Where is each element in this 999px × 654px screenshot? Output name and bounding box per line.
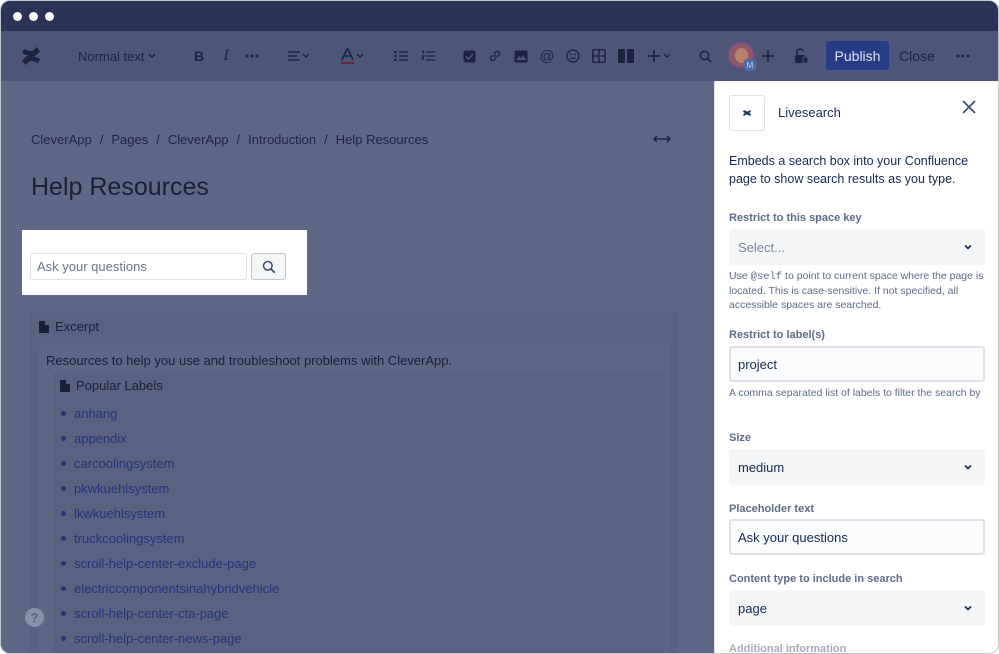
breadcrumb-item[interactable]: Introduction: [248, 132, 316, 147]
window-zoom-dot[interactable]: [45, 12, 54, 21]
find-search-icon[interactable]: [697, 31, 713, 81]
list-item[interactable]: electriccomponentsinahybridvehicle: [61, 576, 279, 601]
close-editor-button[interactable]: Close: [899, 41, 935, 70]
link-icon[interactable]: [487, 31, 503, 81]
full-width-toggle-icon[interactable]: [652, 132, 672, 150]
publish-button[interactable]: Publish: [826, 41, 889, 70]
emoji-icon[interactable]: [565, 31, 581, 81]
list-item[interactable]: pkwkuehlsystem: [61, 476, 279, 501]
labels-help: A comma separated list of labels to filt…: [729, 387, 981, 399]
chevron-down-icon: [964, 605, 972, 611]
list-item[interactable]: anhang: [61, 401, 279, 426]
livesearch-button[interactable]: [251, 253, 286, 280]
list-item[interactable]: appendix: [61, 426, 279, 451]
search-icon: [262, 260, 275, 273]
livesearch-macro-preview[interactable]: Ask your questions: [22, 230, 307, 295]
macro-description: Embeds a search box into your Confluence…: [729, 154, 969, 186]
list-item[interactable]: scroll-help-center-cta-page: [61, 601, 279, 626]
numbered-list-icon[interactable]: [420, 31, 436, 81]
breadcrumb-item[interactable]: Pages: [111, 132, 148, 147]
label-link[interactable]: scroll-help-center-news-page: [74, 631, 242, 646]
chevron-down-icon: [964, 244, 972, 250]
label-link[interactable]: anhang: [74, 406, 117, 421]
insert-more-icon[interactable]: [646, 31, 674, 81]
breadcrumb-item[interactable]: CleverApp: [31, 132, 92, 147]
breadcrumb-item[interactable]: CleverApp: [168, 132, 229, 147]
list-item[interactable]: truckcoolingsystem: [61, 526, 279, 551]
popular-labels-header: Popular Labels: [60, 378, 163, 393]
window-title-bar: [1, 1, 998, 31]
space-key-help: Use @self to point to current space wher…: [729, 270, 984, 311]
content-type-value: page: [738, 600, 767, 616]
breadcrumb: CleverApp / Pages / CleverApp / Introduc…: [31, 132, 429, 147]
layouts-icon[interactable]: [617, 31, 635, 81]
avatar-badge: M: [744, 59, 756, 71]
content-type-label: Content type to include in search: [729, 573, 903, 585]
window-minimize-dot[interactable]: [29, 12, 38, 21]
text-style-dropdown[interactable]: Normal text: [78, 31, 157, 81]
list-item[interactable]: lkwkuehlsystem: [61, 501, 279, 526]
text-style-label: Normal text: [78, 48, 145, 64]
chevron-down-icon: [148, 53, 156, 59]
placeholder-text-input[interactable]: Ask your questions: [729, 519, 985, 555]
popular-labels-title: Popular Labels: [76, 378, 163, 393]
more-formatting-icon[interactable]: [244, 31, 260, 81]
text-color-icon[interactable]: [339, 31, 367, 81]
close-icon[interactable]: [961, 99, 977, 120]
breadcrumb-item[interactable]: Help Resources: [336, 132, 429, 147]
page-title[interactable]: Help Resources: [31, 173, 209, 202]
size-label: Size: [729, 432, 752, 444]
excerpt-text: Resources to help you use and troublesho…: [46, 353, 453, 368]
label-link[interactable]: scroll-help-center-cta-page: [74, 606, 229, 621]
document-icon: [60, 379, 70, 392]
placeholder-text-label: Placeholder text: [729, 503, 814, 515]
label-link[interactable]: electriccomponentsinahybridvehicle: [74, 581, 279, 596]
additional-info-label: Additional information: [729, 643, 847, 654]
task-checkbox-icon[interactable]: [461, 31, 477, 81]
document-icon: [39, 320, 49, 333]
more-actions-icon[interactable]: [955, 31, 971, 81]
list-item[interactable]: carcoolingsystem: [61, 451, 279, 476]
list-item[interactable]: scroll-help-center-exclude-page: [61, 551, 279, 576]
macro-config-panel: Livesearch Embeds a search box into your…: [714, 81, 998, 654]
list-item[interactable]: scroll-help-center-news-page: [61, 626, 279, 651]
label-link[interactable]: scroll-help-center-exclude-page: [74, 556, 256, 571]
size-value: medium: [738, 459, 785, 475]
content-type-select[interactable]: page: [729, 590, 985, 626]
bullet-list-icon[interactable]: [393, 31, 409, 81]
livesearch-input[interactable]: Ask your questions: [30, 253, 247, 280]
label-link[interactable]: appendix: [74, 431, 127, 446]
excerpt-title: Excerpt: [55, 319, 100, 334]
excerpt-header: Excerpt: [39, 319, 99, 334]
window-close-dot[interactable]: [13, 12, 22, 21]
macro-logo: [729, 95, 765, 131]
label-link[interactable]: truckcoolingsystem: [74, 531, 185, 546]
italic-icon[interactable]: I: [219, 31, 233, 81]
table-icon[interactable]: [591, 31, 607, 81]
help-question-icon[interactable]: ?: [25, 608, 44, 627]
label-link[interactable]: lkwkuehlsystem: [74, 506, 165, 521]
chevron-down-icon: [964, 464, 972, 470]
mention-icon[interactable]: @: [539, 31, 555, 81]
confluence-logo-icon[interactable]: [17, 31, 45, 81]
macro-title: Livesearch: [778, 105, 841, 120]
labels-field-label: Restrict to label(s): [729, 329, 825, 341]
alignment-icon[interactable]: [285, 31, 313, 81]
space-key-placeholder: Select...: [738, 239, 785, 255]
label-link[interactable]: pkwkuehlsystem: [74, 481, 169, 496]
image-icon[interactable]: [513, 31, 529, 81]
space-key-select[interactable]: Select...: [729, 229, 985, 265]
restrictions-lock-icon[interactable]: [792, 31, 810, 81]
labels-input[interactable]: project: [729, 346, 985, 382]
invite-add-icon[interactable]: [760, 31, 776, 81]
size-select[interactable]: medium: [729, 449, 985, 485]
livesearch-logo-icon: [743, 110, 751, 116]
label-link[interactable]: carcoolingsystem: [74, 456, 174, 471]
app-window: Normal text B I @ M Publish Close Clever…: [0, 0, 999, 654]
space-key-label: Restrict to this space key: [729, 212, 862, 224]
bold-icon[interactable]: B: [191, 31, 207, 81]
label-list: anhang appendix carcoolingsystem pkwkueh…: [61, 401, 279, 651]
